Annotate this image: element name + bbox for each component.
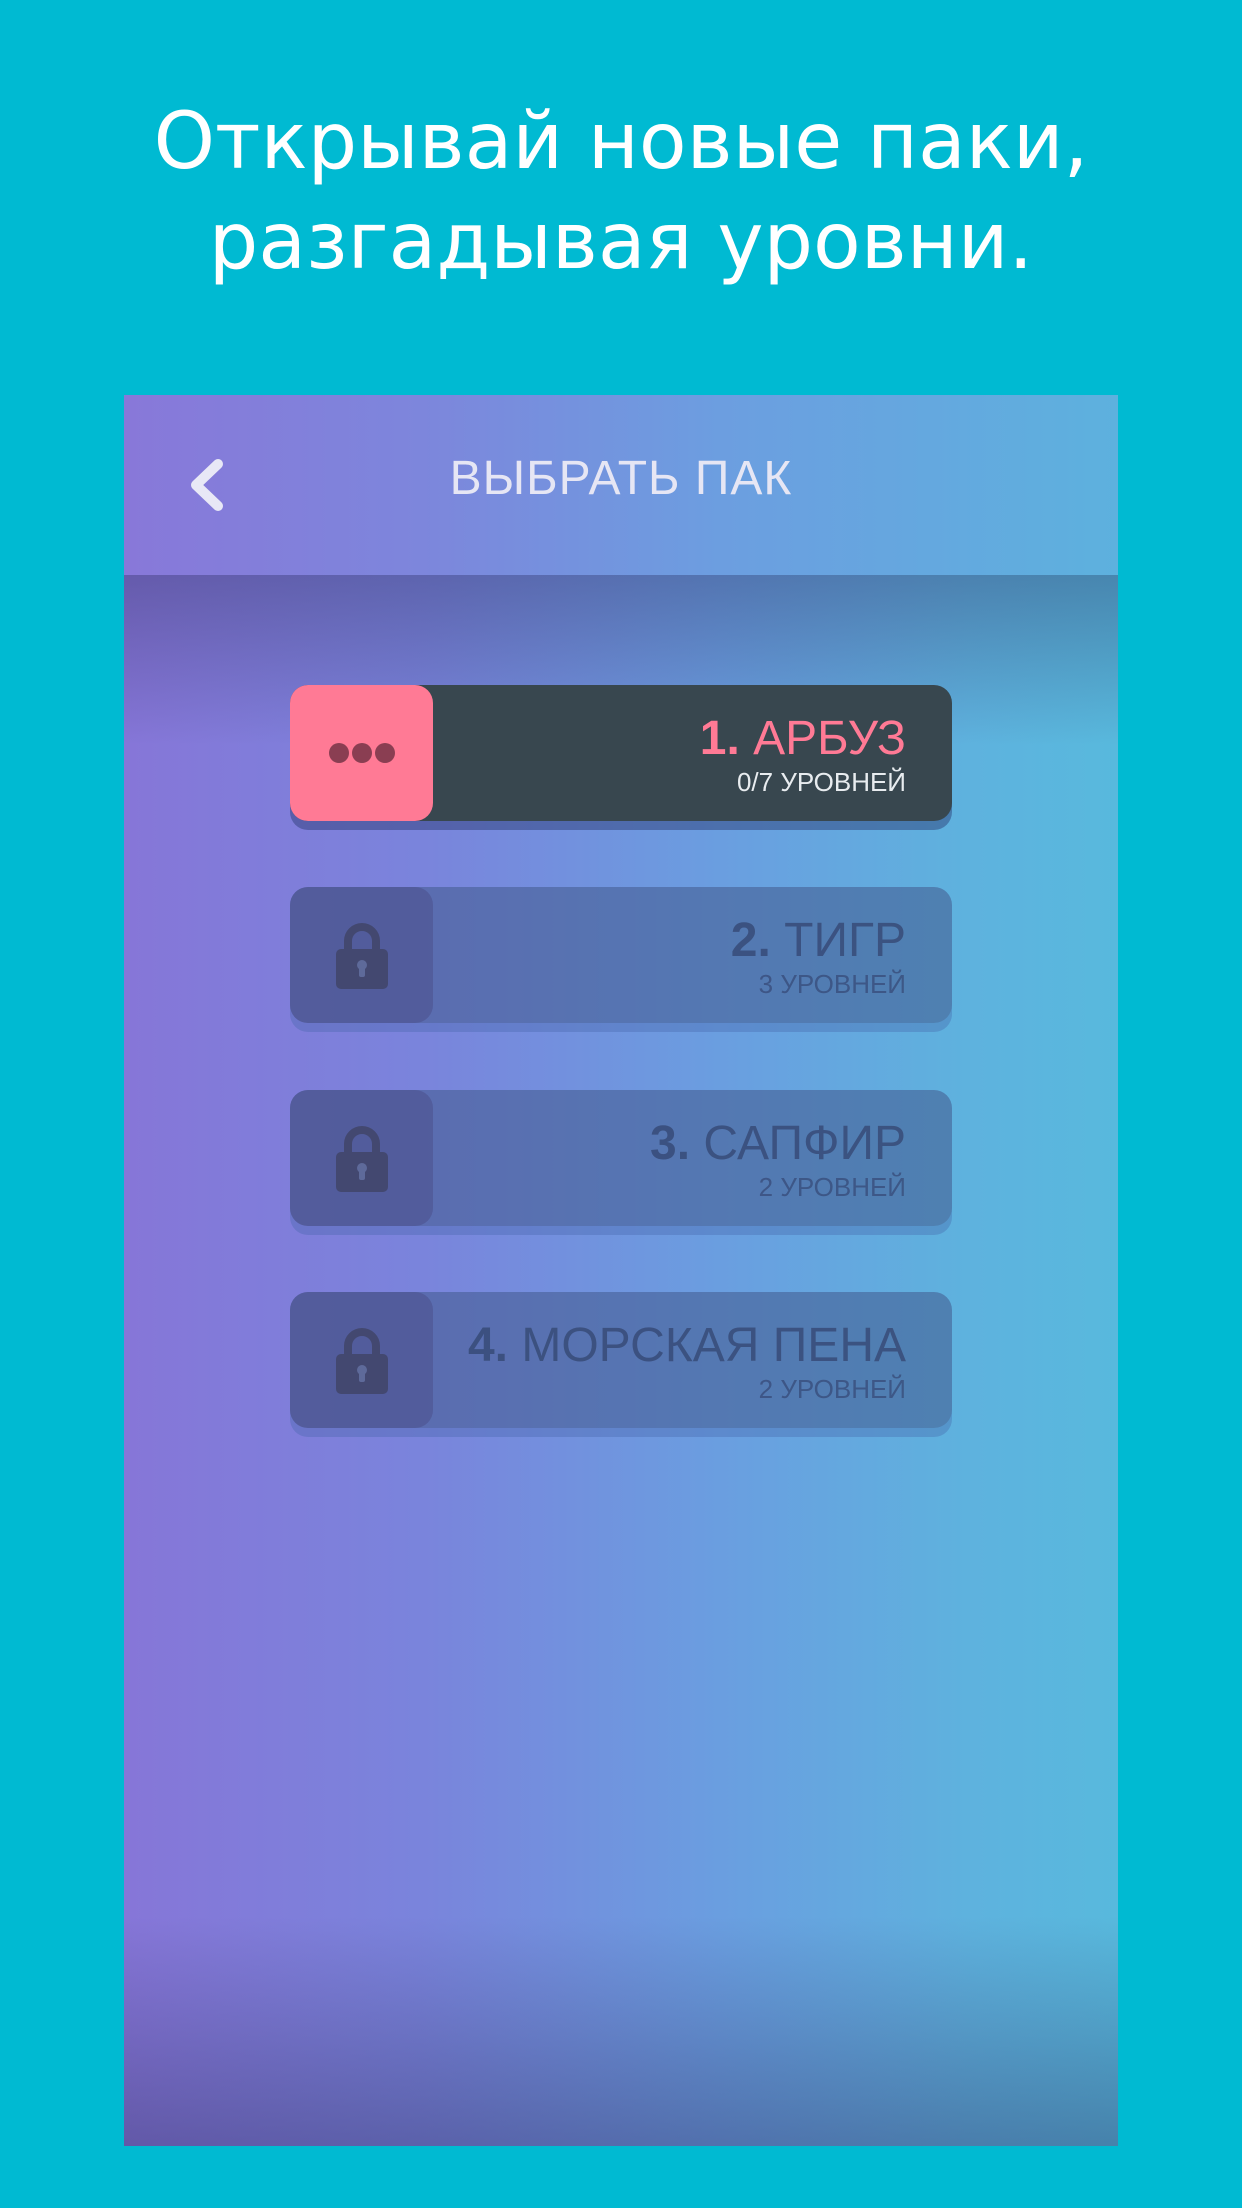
app-screen: ВЫБРАТЬ ПАК 1. АРБУЗ 0/7 УРОВНЕЙ 2. ТИГР…	[124, 395, 1118, 2146]
bottom-shadow	[124, 1916, 1118, 2146]
pack-name: ТИГР	[784, 914, 906, 967]
pack-title: 4. МОРСКАЯ ПЕНА	[468, 1320, 906, 1372]
ellipsis-icon	[328, 743, 395, 763]
pack-item-sapfir[interactable]: 3. САПФИР 2 УРОВНЕЙ	[290, 1090, 952, 1226]
pack-title: 2. ТИГР	[731, 915, 906, 967]
pack-icon-box	[290, 1292, 433, 1428]
pack-name: АРБУЗ	[753, 712, 906, 765]
pack-name: САПФИР	[703, 1117, 906, 1170]
pack-number: 4.	[467, 1319, 509, 1372]
lock-icon	[335, 1126, 388, 1192]
pack-item-arbuz[interactable]: 1. АРБУЗ 0/7 УРОВНЕЙ	[290, 685, 952, 821]
pack-icon-box	[290, 1090, 433, 1226]
pack-icon-box	[290, 887, 433, 1023]
pack-number: 2.	[730, 914, 771, 967]
page-title: ВЫБРАТЬ ПАК	[449, 452, 793, 505]
pack-icon-box	[290, 685, 433, 821]
pack-title: 3. САПФИР	[650, 1118, 906, 1170]
pack-title: 1. АРБУЗ	[700, 713, 906, 765]
pack-levels: 2 УРОВНЕЙ	[758, 1172, 906, 1202]
lock-icon	[335, 923, 388, 989]
pack-levels: 2 УРОВНЕЙ	[758, 1374, 906, 1404]
promo-headline-line-1: Открывай новые паки,	[153, 97, 1089, 187]
navigation-bar: ВЫБРАТЬ ПАК	[124, 395, 1118, 575]
promo-headline: Открывай новые паки, разгадывая уровни.	[0, 92, 1242, 292]
pack-item-morskaya-pena[interactable]: 4. МОРСКАЯ ПЕНА 2 УРОВНЕЙ	[290, 1292, 952, 1428]
pack-levels: 3 УРОВНЕЙ	[758, 969, 906, 999]
pack-name: МОРСКАЯ ПЕНА	[521, 1319, 906, 1372]
pack-number: 3.	[650, 1117, 691, 1170]
lock-icon	[335, 1328, 388, 1394]
pack-item-tigr[interactable]: 2. ТИГР 3 УРОВНЕЙ	[290, 887, 952, 1023]
pack-number: 1.	[699, 712, 740, 765]
promo-headline-line-2: разгадывая уровни.	[208, 197, 1034, 287]
pack-levels: 0/7 УРОВНЕЙ	[736, 767, 906, 797]
